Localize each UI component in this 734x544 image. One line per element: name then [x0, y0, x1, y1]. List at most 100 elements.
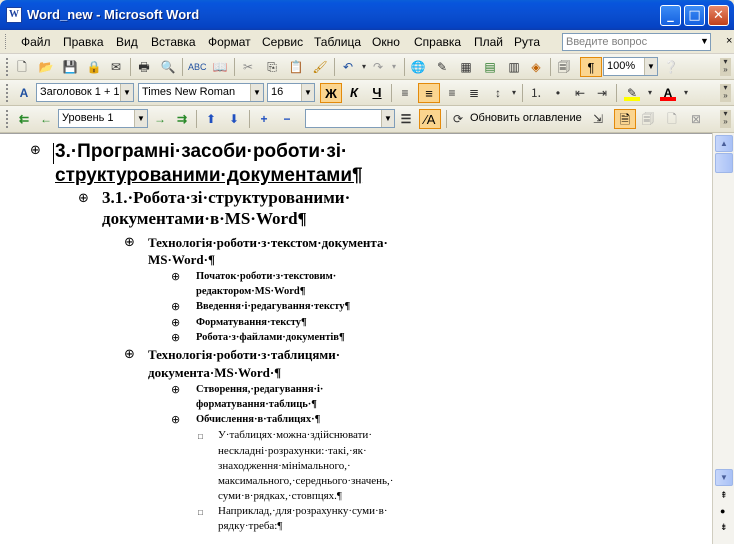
outline-expand-symbol-icon[interactable]: ⊕	[171, 383, 180, 396]
menu-format[interactable]: Формат	[208, 35, 251, 49]
menu-tools[interactable]: Сервис	[262, 35, 303, 49]
heading4-line[interactable]: Робота·з·файлами·документів¶	[196, 332, 345, 343]
menu-plai[interactable]: Плай	[474, 35, 503, 49]
select-browse-object-icon[interactable]: ●	[720, 506, 725, 516]
format-painter-icon[interactable]: 🖌	[312, 59, 328, 75]
font-color-icon[interactable]: A	[660, 85, 676, 101]
redo-dropdown-icon[interactable]: ▾	[386, 59, 402, 75]
heading4-line[interactable]: Початок·роботи·з·текстовим·	[196, 271, 336, 282]
outline-level-select[interactable]: Уровень 1 ▼	[58, 109, 148, 128]
demote-icon[interactable]: →	[152, 111, 168, 127]
menu-window[interactable]: Окно	[372, 35, 400, 49]
new-icon[interactable]: 🗋	[14, 59, 30, 75]
document-area[interactable]: ⊕ 3.·Програмні·засоби·роботи·зі· структу…	[0, 133, 712, 544]
heading4-line[interactable]: Введення·і·редагування·тексту¶	[196, 301, 350, 312]
update-toc-button[interactable]: Обновить оглавление	[470, 112, 582, 124]
print-preview-icon[interactable]: 🔍	[160, 59, 176, 75]
research-icon[interactable]: 📖	[212, 59, 228, 75]
body-text-line[interactable]: суми·в·рядках,·стовпцях.¶	[218, 490, 342, 502]
outline-expand-symbol-icon[interactable]: ⊕	[124, 235, 135, 250]
zoom-select[interactable]: 100% ▼	[603, 57, 658, 76]
underline-button[interactable]: Ч	[366, 83, 388, 103]
promote-icon[interactable]: ←	[38, 111, 54, 127]
create-subdocument-icon[interactable]: 🗋	[664, 111, 680, 127]
heading2-line[interactable]: документами·в·MS·Word¶	[102, 209, 307, 229]
help-dropdown-icon[interactable]: ▼	[700, 36, 709, 46]
heading1-line[interactable]: структурованими·документами¶	[55, 165, 363, 187]
heading4-line[interactable]: Форматування·тексту¶	[196, 317, 307, 328]
heading3-line[interactable]: Технологія·роботи·з·таблицями·	[148, 347, 340, 363]
scroll-up-button[interactable]: ▲	[715, 135, 733, 152]
outline-expand-symbol-icon[interactable]: ⊕	[30, 143, 41, 158]
font-select[interactable]: Times New Roman ▼	[138, 83, 264, 102]
bullets-icon[interactable]: •	[550, 85, 566, 101]
outline-expand-symbol-icon[interactable]: ⊕	[171, 300, 180, 313]
decrease-indent-icon[interactable]: ⇤	[572, 85, 588, 101]
heading4-line[interactable]: Створення,·редагування·і·	[196, 384, 323, 395]
align-right-icon[interactable]: ≡	[444, 85, 460, 101]
redo-icon[interactable]: ↷	[370, 59, 386, 75]
body-text-line[interactable]: Наприклад,·для·розрахунку·суми·в·	[218, 505, 388, 517]
columns-icon[interactable]: ▥	[506, 59, 522, 75]
menu-view[interactable]: Вид	[116, 35, 138, 49]
previous-page-icon[interactable]: ⇞	[720, 490, 728, 501]
heading3-line[interactable]: Технологія·роботи·з·текстом·документа·	[148, 235, 388, 251]
document-map-icon[interactable]: 🗐	[556, 59, 572, 75]
justify-icon[interactable]: ≣	[466, 85, 482, 101]
copy-icon[interactable]: ⎘	[264, 59, 280, 75]
scroll-down-button[interactable]: ▼	[715, 469, 733, 486]
promote-to-heading1-icon[interactable]: ⇇	[16, 111, 32, 127]
style-select[interactable]: Заголовок 1 + 1 ▼	[36, 83, 134, 102]
help-icon[interactable]: ❔	[663, 59, 679, 75]
close-button[interactable]: ✕	[708, 5, 729, 26]
outline-expand-symbol-icon[interactable]: ⊕	[171, 270, 180, 283]
font-size-select[interactable]: 16 ▼	[267, 83, 315, 102]
highlight-icon[interactable]: ✎	[624, 85, 640, 101]
remove-subdocument-icon[interactable]: ⊠	[688, 111, 704, 127]
italic-button[interactable]: К	[343, 83, 365, 103]
outline-expand-symbol-icon[interactable]: ⊕	[171, 413, 180, 426]
help-search-input[interactable]: Введите вопрос	[562, 33, 711, 51]
scroll-thumb[interactable]	[715, 153, 733, 173]
line-spacing-icon[interactable]: ↕	[490, 85, 506, 101]
word-app-icon[interactable]: W	[6, 7, 22, 23]
menu-file[interactable]: Файл	[21, 35, 51, 49]
tables-borders-icon[interactable]: ✎	[434, 59, 450, 75]
align-left-icon[interactable]: ≡	[397, 85, 413, 101]
insert-table-icon[interactable]: ▦	[458, 59, 474, 75]
outline-expand-symbol-icon[interactable]: ⊕	[171, 316, 180, 329]
document-close-icon[interactable]: ×	[726, 35, 732, 47]
demote-to-body-icon[interactable]: ⇉	[174, 111, 190, 127]
spelling-icon[interactable]: ABC	[188, 59, 207, 75]
minimize-button[interactable]: _	[660, 5, 681, 26]
move-down-icon[interactable]: ⬇	[226, 111, 242, 127]
permission-icon[interactable]: 🔒	[86, 59, 102, 75]
show-formatting-icon[interactable]: ¶	[580, 57, 602, 77]
font-color-dropdown-icon[interactable]: ▾	[678, 85, 694, 101]
toolbar-grip[interactable]	[6, 110, 9, 128]
menu-help[interactable]: Справка	[414, 35, 461, 49]
maximize-button[interactable]: □	[684, 5, 705, 26]
body-text-line[interactable]: знаходження·мінімального,·	[218, 460, 351, 472]
body-text-line[interactable]: У·таблицях·можна·здійснювати·	[218, 429, 372, 441]
email-icon[interactable]: ✉	[108, 59, 124, 75]
print-icon[interactable]: 🖶	[136, 59, 152, 75]
heading3-line[interactable]: MS·Word·¶	[148, 252, 215, 268]
cut-icon[interactable]: ✂	[240, 59, 256, 75]
collapse-icon[interactable]: −	[279, 111, 295, 127]
menu-grip[interactable]	[5, 34, 8, 49]
toolbar-options-icon[interactable]: ▾»	[720, 84, 731, 102]
undo-icon[interactable]: ↶	[340, 59, 356, 75]
collapse-subdocuments-icon[interactable]: 🗐	[640, 111, 656, 127]
go-to-toc-icon[interactable]: ⇲	[590, 111, 606, 127]
expand-icon[interactable]: +	[256, 111, 272, 127]
vertical-scrollbar[interactable]: ▲ ▼ ⇞ ● ⇟	[712, 133, 734, 544]
save-icon[interactable]: 💾	[62, 59, 78, 75]
menu-edit[interactable]: Правка	[63, 35, 104, 49]
body-text-line[interactable]: нескладні·розрахунки:·такі,·як·	[218, 445, 367, 457]
hyperlink-icon[interactable]: 🌐	[410, 59, 426, 75]
open-icon[interactable]: 📂	[38, 59, 54, 75]
drawing-icon[interactable]: ◈	[528, 59, 544, 75]
outline-expand-symbol-icon[interactable]: ⊕	[78, 191, 89, 206]
line-spacing-dropdown-icon[interactable]: ▾	[506, 85, 522, 101]
